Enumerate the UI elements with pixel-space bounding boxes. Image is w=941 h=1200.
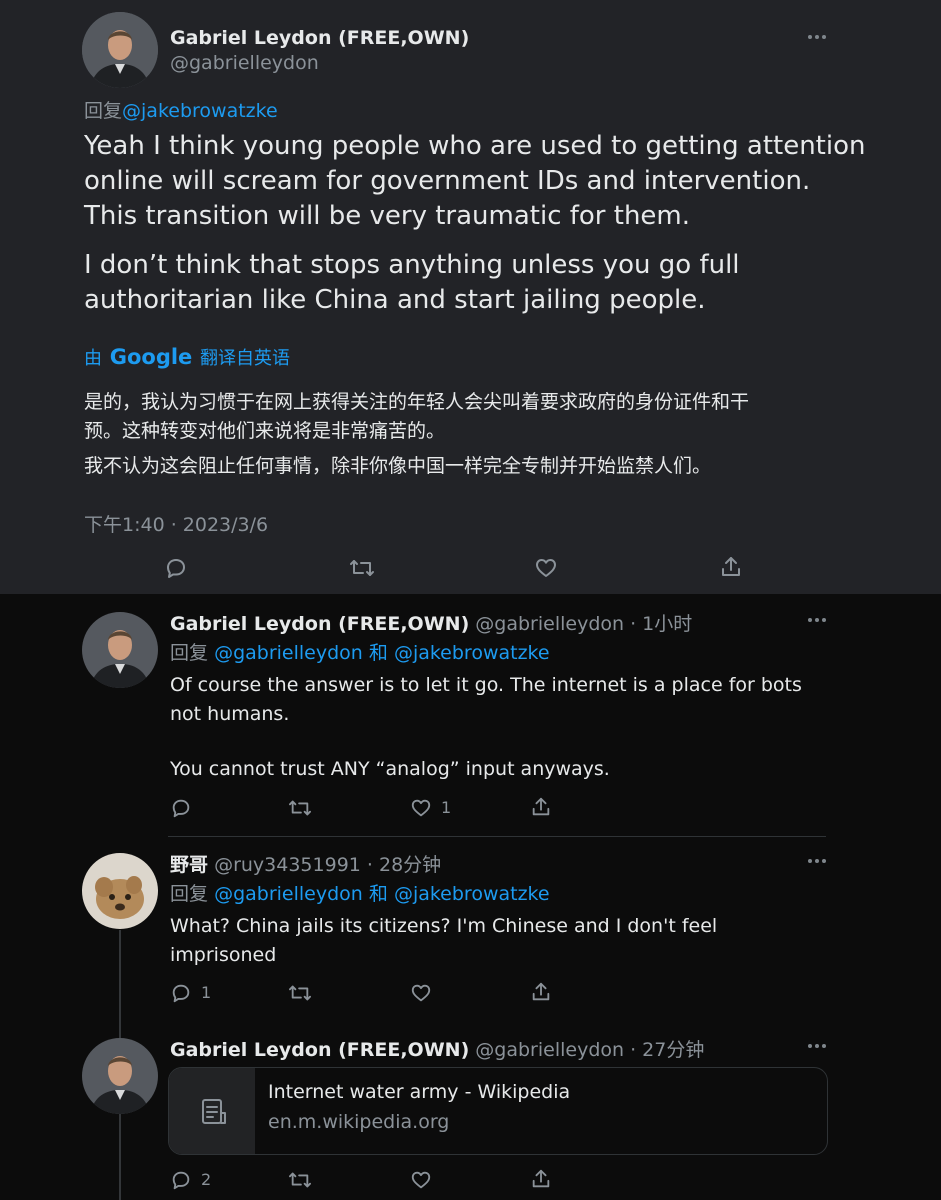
translate-prefix: 由	[84, 348, 102, 369]
more-icon[interactable]	[808, 1044, 828, 1050]
tweet-line: online will scream for government IDs an…	[84, 166, 811, 196]
reply-icon[interactable]	[170, 1169, 192, 1191]
handle-time[interactable]: @ruy34351991 · 28分钟	[214, 854, 441, 876]
share-icon[interactable]	[530, 796, 552, 818]
author-name[interactable]: Gabriel Leydon (FREE,OWN)	[170, 613, 469, 635]
google-logo: Google	[109, 345, 193, 369]
mention-link[interactable]: @gabrielleydon	[214, 883, 363, 905]
more-icon[interactable]	[808, 859, 828, 865]
mention-link[interactable]: @jakebrowatzke	[122, 100, 278, 122]
translate-suffix: 翻译自英语	[200, 348, 291, 369]
translation-line: 预。这种转变对他们来说将是非常痛苦的。	[84, 420, 446, 442]
handle-time[interactable]: @gabrielleydon · 1小时	[475, 613, 692, 635]
tweet-text: Yeah I think young people who are used t…	[84, 129, 866, 318]
reply-joiner: 和	[368, 642, 388, 664]
author-handle[interactable]: @gabrielleydon	[170, 52, 319, 74]
reply-prefix: 回复	[84, 100, 123, 122]
link-title: Internet water army - Wikipedia	[268, 1081, 571, 1103]
mention-link[interactable]: @gabrielleydon	[214, 642, 363, 664]
share-icon[interactable]	[530, 1168, 552, 1190]
translation-line: 我不认为这会阻止任何事情，除非你像中国一样完全专制并开始监禁人们。	[84, 455, 712, 477]
reply-icon[interactable]	[164, 556, 188, 580]
author-name[interactable]: Gabriel Leydon (FREE,OWN)	[170, 27, 469, 49]
reply-icon[interactable]	[170, 797, 192, 819]
tweet-line: not humans.	[170, 703, 290, 725]
link-thumbnail	[169, 1068, 255, 1154]
author-name[interactable]: Gabriel Leydon (FREE,OWN)	[170, 1039, 469, 1061]
tweet-line: You cannot trust ANY “analog” input anyw…	[170, 758, 610, 780]
reply-header: Gabriel Leydon (FREE,OWN) @gabrielleydon…	[170, 1035, 704, 1062]
translate-attribution[interactable]: 由 Google 翻译自英语	[84, 344, 290, 370]
share-icon[interactable]	[530, 981, 552, 1003]
tweet-line: This transition will be very traumatic f…	[84, 201, 691, 231]
reply-count: 2	[201, 1170, 212, 1189]
document-icon	[198, 1097, 228, 1127]
heart-icon[interactable]	[534, 556, 558, 580]
tweet-line: imprisoned	[170, 944, 277, 966]
author-name[interactable]: 野哥	[170, 854, 208, 876]
reply-header: 野哥 @ruy34351991 · 28分钟	[170, 850, 441, 877]
author-avatar[interactable]	[82, 853, 158, 929]
like-count: 1	[441, 798, 452, 817]
translation-line: 是的，我认为习惯于在网上获得关注的年轻人会尖叫着要求政府的身份证件和干	[84, 391, 750, 413]
link-card[interactable]: Internet water army - Wikipedia en.m.wik…	[168, 1067, 828, 1155]
tweet-line: I don’t think that stops anything unless…	[84, 250, 740, 280]
reply-header: Gabriel Leydon (FREE,OWN) @gabrielleydon…	[170, 609, 692, 636]
heart-icon[interactable]	[410, 982, 432, 1004]
reply-count: 1	[201, 983, 212, 1002]
tweet-line: authoritarian like China and start jaili…	[84, 285, 706, 315]
reply-joiner: 和	[368, 883, 388, 905]
author-avatar[interactable]	[82, 12, 158, 88]
tweet-timestamp[interactable]: 下午1:40 · 2023/3/6	[84, 510, 268, 537]
more-icon[interactable]	[808, 35, 828, 41]
mention-link[interactable]: @jakebrowatzke	[394, 642, 550, 664]
author-avatar[interactable]	[82, 1038, 158, 1114]
retweet-icon[interactable]	[349, 556, 375, 580]
tweet-text: What? China jails its citizens? I'm Chin…	[170, 912, 717, 970]
retweet-icon[interactable]	[288, 1169, 312, 1191]
mention-link[interactable]: @jakebrowatzke	[394, 883, 550, 905]
reply-icon[interactable]	[170, 982, 192, 1004]
reply-context: 回复 @gabrielleydon 和 @jakebrowatzke	[170, 879, 550, 906]
link-domain: en.m.wikipedia.org	[268, 1111, 450, 1133]
reply-context: 回复 @gabrielleydon 和 @jakebrowatzke	[170, 638, 550, 665]
translated-text: 是的，我认为习惯于在网上获得关注的年轻人会尖叫着要求政府的身份证件和干 预。这种…	[84, 388, 749, 481]
retweet-icon[interactable]	[288, 982, 312, 1004]
heart-icon[interactable]	[410, 1169, 432, 1191]
author-avatar[interactable]	[82, 612, 158, 688]
heart-icon[interactable]	[410, 797, 432, 819]
handle-time[interactable]: @gabrielleydon · 27分钟	[475, 1039, 704, 1061]
reply-divider	[168, 836, 826, 837]
reply-context: 回复@jakebrowatzke	[84, 96, 278, 123]
tweet-text: Of course the answer is to let it go. Th…	[170, 671, 802, 784]
reply-prefix: 回复	[170, 883, 209, 905]
share-icon[interactable]	[719, 555, 743, 579]
tweet-line: What? China jails its citizens? I'm Chin…	[170, 915, 718, 937]
tweet-line: Of course the answer is to let it go. Th…	[170, 674, 802, 696]
tweet-line: Yeah I think young people who are used t…	[84, 131, 866, 161]
retweet-icon[interactable]	[288, 797, 312, 819]
reply-prefix: 回复	[170, 642, 209, 664]
more-icon[interactable]	[808, 618, 828, 624]
